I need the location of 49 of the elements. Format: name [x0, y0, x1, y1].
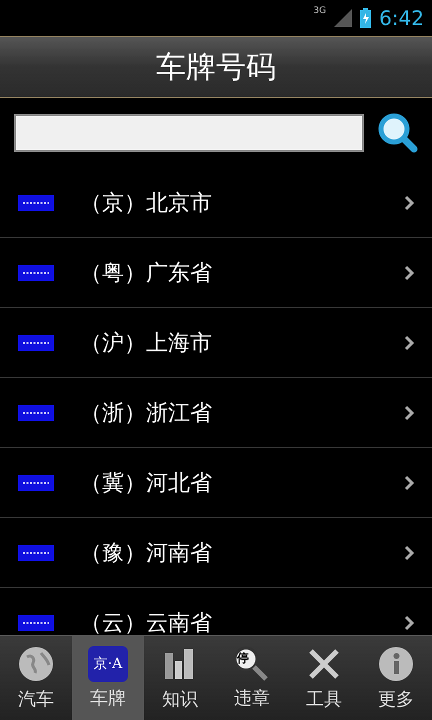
- icon-text: 停: [237, 650, 249, 667]
- list-item[interactable]: （京）北京市: [0, 168, 432, 238]
- list-item[interactable]: （豫）河南省: [0, 518, 432, 588]
- plate-icon: [18, 264, 54, 280]
- chevron-icon: [404, 474, 414, 490]
- tab-label: 更多: [378, 688, 414, 711]
- tab[interactable]: 京·A 车牌: [72, 636, 144, 720]
- plate-icon: [18, 404, 54, 420]
- chevron-icon: [404, 194, 414, 210]
- plate-icon: [18, 474, 54, 490]
- tab[interactable]: 停 违章: [216, 636, 288, 720]
- list-item[interactable]: （沪）上海市: [0, 308, 432, 378]
- list-item[interactable]: （浙）浙江省: [0, 378, 432, 448]
- province-label: （云）云南省: [80, 610, 213, 635]
- chevron-icon: [404, 334, 414, 350]
- chevron-icon: [404, 404, 414, 420]
- list-item[interactable]: （粤）广东省: [0, 238, 432, 308]
- network-label: 3G: [313, 6, 326, 16]
- plate-icon: [18, 334, 54, 350]
- plate-icon: [18, 614, 54, 630]
- tab[interactable]: 知识: [144, 636, 216, 720]
- plate-icon: [18, 194, 54, 210]
- tab-label: 汽车: [18, 688, 54, 711]
- tab-label: 知识: [162, 688, 198, 711]
- tab[interactable]: 汽车: [0, 636, 72, 720]
- tab-label: 违章: [234, 687, 270, 710]
- signal-icon: [334, 9, 352, 27]
- clock: 6:42: [379, 6, 424, 30]
- tab[interactable]: 工具: [288, 636, 360, 720]
- battery-icon: [360, 8, 372, 28]
- plate-icon: [18, 544, 54, 560]
- search-icon[interactable]: [378, 113, 418, 153]
- province-label: （冀）河北省: [80, 470, 213, 498]
- plate-icon: 京·A: [88, 646, 128, 682]
- province-label: （浙）浙江省: [80, 400, 213, 428]
- list-item[interactable]: （冀）河北省: [0, 448, 432, 518]
- search-field[interactable]: [14, 114, 364, 152]
- province-label: （豫）河南省: [80, 540, 213, 568]
- page-title: 车牌号码: [156, 48, 276, 86]
- tab-label: 工具: [306, 688, 342, 711]
- province-label: （京）北京市: [80, 190, 213, 218]
- province-label: （粤）广东省: [80, 260, 213, 288]
- province-label: （沪）上海市: [80, 330, 213, 358]
- tab-label: 车牌: [90, 687, 126, 710]
- chevron-icon: [404, 544, 414, 560]
- chevron-icon: [404, 264, 414, 280]
- info-icon: [377, 645, 415, 683]
- tab[interactable]: 更多: [360, 636, 432, 720]
- chevron-icon: [404, 614, 414, 630]
